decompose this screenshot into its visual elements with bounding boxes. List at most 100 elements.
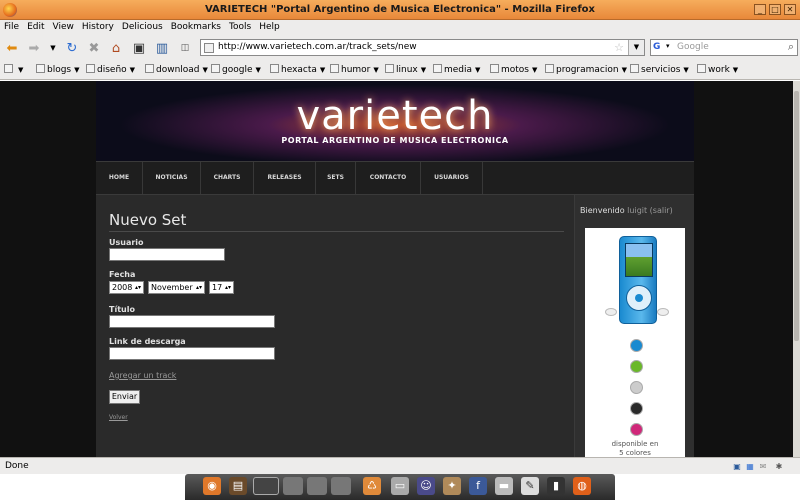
usuario-label: Usuario [109,238,144,247]
vertical-scrollbar[interactable] [793,81,800,457]
window-preview-2-icon[interactable] [283,477,303,495]
settings-icon[interactable]: ✱ [774,462,784,471]
navigation-toolbar: ⬅ ➡ ▼ ↻ ✖ ⌂ ▣ ▥ ◫ http://www.varietech.c… [0,36,800,60]
file-manager-icon[interactable]: ▤ [229,477,247,495]
search-placeholder[interactable]: Google [677,42,709,52]
reload-icon[interactable]: ↻ [63,39,81,57]
earbuds-image [605,306,671,318]
site-favicon-icon [204,43,214,53]
usuario-input[interactable] [109,248,225,261]
status-text: Done [5,461,29,471]
back-link[interactable]: Volver [109,414,128,421]
nav-sets[interactable]: SETS [316,162,356,194]
address-bar[interactable]: http://www.varietech.com.ar/track_sets/n… [200,39,645,56]
ad-caption-line2: 5 colores [619,449,651,457]
url-dropdown-icon[interactable]: ▼ [628,40,644,55]
mp3-player-ad[interactable]: disponible en 5 colores [585,228,685,457]
nav-noticias[interactable]: NOTICIAS [143,162,201,194]
home-icon[interactable]: ⌂ [107,39,125,57]
folder-icon [145,64,154,73]
engine-dropdown-icon[interactable]: ▾ [666,42,670,50]
titulo-input[interactable] [109,315,275,328]
bookmark-folder-google[interactable]: google ▼ [211,64,261,75]
bookmark-folder-linux[interactable]: linux ▼ [385,64,426,75]
scrollbar-thumb[interactable] [794,91,799,341]
folder-icon [270,64,279,73]
folder-icon [211,64,220,73]
menu-bookmarks[interactable]: Bookmarks [167,20,225,34]
addon-icon[interactable]: ▣ [732,462,742,471]
window-preview-icon[interactable] [253,477,279,495]
search-icon[interactable]: ⌕ [788,40,794,54]
menu-delicious[interactable]: Delicious [118,20,167,34]
nav-usuarios[interactable]: USUARIOS [421,162,483,194]
username-link[interactable]: luigit [627,206,647,215]
text-editor-icon[interactable]: ✎ [521,477,539,495]
logout-link[interactable]: (salir) [650,206,673,215]
bookmark-folder-motos[interactable]: motos ▼ [490,64,537,75]
bookmark-folder-hexacta[interactable]: hexacta ▼ [270,64,325,75]
delicious-icon[interactable]: ▣ [130,39,148,57]
page-title: Nuevo Set [109,211,187,229]
google-engine-icon[interactable]: G [653,42,665,53]
spinner-icon: ▴▾ [195,284,202,291]
bookmark-folder-servicios[interactable]: servicios ▼ [630,64,689,75]
bookmark-folder-work[interactable]: work ▼ [697,64,738,75]
bookmark-folder-media[interactable]: media ▼ [433,64,480,75]
nav-home[interactable]: HOME [96,162,143,194]
nav-contacto[interactable]: CONTACTO [356,162,421,194]
menu-history[interactable]: History [78,20,118,34]
fecha-year-select[interactable]: 2008 ▴▾ [109,281,144,294]
facebook-icon[interactable]: f [469,477,487,495]
terminal-icon[interactable]: ▮ [547,477,565,495]
welcome-text: Bienvenido luigit (salir) [580,206,673,215]
ubuntu-icon[interactable]: ◉ [203,477,221,495]
gimp-icon[interactable]: ✦ [443,477,461,495]
fecha-day-select[interactable]: 17 ▴▾ [209,281,234,294]
printer-icon[interactable]: ▬ [495,477,513,495]
pidgin-icon[interactable]: ☺ [417,477,435,495]
search-box[interactable]: G ▾ Google ⌕ [650,39,798,56]
fecha-month-select[interactable]: November ▴▾ [148,281,205,294]
forward-icon[interactable]: ➡ [25,39,43,57]
bookmark-folder-programacion[interactable]: programacion ▼ [545,64,627,75]
sidebar: Bienvenido luigit (salir) disponible en … [574,195,694,457]
nav-charts[interactable]: CHARTS [201,162,254,194]
menu-help[interactable]: Help [255,20,284,34]
bookmark-sidebar-icon[interactable]: ▥ [153,39,171,57]
window-preview-3-icon[interactable] [307,477,327,495]
close-button[interactable]: ✕ [784,4,796,15]
bookmark-folder-humor[interactable]: humor ▼ [330,64,379,75]
link-input[interactable] [109,347,275,360]
back-icon[interactable]: ⬅ [3,39,21,57]
nav-releases[interactable]: RELEASES [254,162,316,194]
address-bar-url[interactable]: http://www.varietech.com.ar/track_sets/n… [218,42,417,52]
bookmark-folder-download[interactable]: download ▼ [145,64,208,75]
minimize-button[interactable]: _ [754,4,766,15]
tag-icon[interactable]: ◫ [176,39,194,57]
drive-icon[interactable]: ▭ [391,477,409,495]
status-bar: Done ▣ ▦ ✉ ✱ [0,457,800,474]
menu-file[interactable]: File [0,20,23,34]
bookmark-star-icon[interactable]: ☆ [614,41,624,54]
site-logo[interactable]: varietech [96,93,694,139]
bookmark-folder-blogs[interactable]: blogs ▼ [36,64,80,75]
bookmark-folder-diseno[interactable]: diseño ▼ [86,64,135,75]
bookmarks-menu-icon[interactable]: ▼ [4,64,23,75]
add-track-link[interactable]: Agregar un track [109,371,176,380]
window-preview-4-icon[interactable] [331,477,351,495]
menu-tools[interactable]: Tools [225,20,255,34]
delicious-status-icon[interactable]: ▦ [745,462,755,471]
submit-button[interactable]: Enviar [109,390,140,404]
folder-icon [433,64,442,73]
menu-edit[interactable]: Edit [23,20,48,34]
folder-icon [86,64,95,73]
trash-icon[interactable]: ♺ [363,477,381,495]
history-dropdown-icon[interactable]: ▼ [44,39,62,57]
folder-icon [545,64,554,73]
menu-view[interactable]: View [49,20,78,34]
mail-icon[interactable]: ✉ [758,462,768,471]
stop-icon[interactable]: ✖ [85,39,103,57]
maximize-button[interactable]: □ [769,4,781,15]
firefox-dock-icon[interactable]: ◍ [573,477,591,495]
